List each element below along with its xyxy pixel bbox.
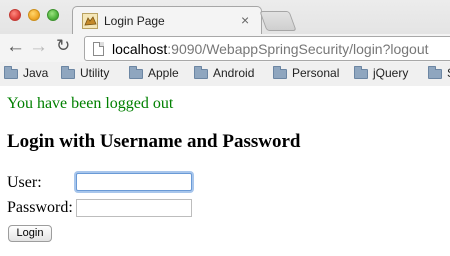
folder-icon (129, 66, 143, 79)
close-tab-icon[interactable]: × (241, 12, 249, 28)
folder-icon (194, 66, 208, 79)
bookmarks-bar: Java Utility Apple Android Personal jQue… (0, 62, 450, 86)
user-label: User: (7, 174, 42, 191)
bookmark-label: Personal (292, 66, 340, 80)
folder-icon (61, 66, 75, 79)
bookmark-label: jQuery (373, 66, 409, 80)
forward-arrow-icon[interactable]: → (29, 37, 48, 57)
page-heading: Login with Username and Password (7, 131, 301, 152)
tomcat-favicon-icon (82, 13, 98, 29)
back-arrow-icon[interactable]: ← (6, 37, 25, 57)
folder-icon (354, 66, 368, 79)
zoom-window-button[interactable] (47, 9, 59, 21)
address-bar[interactable]: localhost:9090/WebappSpringSecurity/logi… (84, 36, 450, 61)
password-label: Password: (7, 199, 73, 216)
bookmark-label: Utility (80, 66, 110, 80)
folder-icon (4, 66, 18, 79)
logout-message: You have been logged out (7, 95, 174, 112)
folder-icon (273, 66, 287, 79)
minimize-window-button[interactable] (28, 9, 40, 21)
close-window-button[interactable] (9, 9, 21, 21)
new-tab-button[interactable] (259, 11, 297, 31)
bookmark-label: Apple (148, 66, 179, 80)
username-input[interactable] (76, 173, 192, 191)
page-content: You have been logged out Login with User… (0, 87, 450, 256)
title-bar: Login Page × (0, 0, 450, 34)
tab-title: Login Page (104, 14, 165, 28)
address-host: localhost (112, 41, 168, 57)
address-path: :9090/WebappSpringSecurity/login?logout (167, 41, 429, 57)
reload-icon[interactable]: ↻ (56, 36, 70, 56)
address-url: localhost:9090/WebappSpringSecurity/logi… (112, 41, 429, 57)
bookmark-label: Android (213, 66, 255, 80)
folder-icon (428, 66, 442, 79)
password-input[interactable] (76, 199, 192, 217)
bookmark-s[interactable]: S (428, 66, 450, 82)
page-icon (93, 42, 104, 56)
toolbar: ← → ↻ localhost:9090/WebappSpringSecurit… (0, 34, 450, 62)
login-button[interactable]: Login (8, 225, 52, 242)
bookmark-label: Java (23, 66, 49, 80)
browser-chrome: Login Page × ← → ↻ localhost:9090/Webapp… (0, 0, 450, 86)
tab-login-page[interactable]: Login Page × (72, 6, 262, 34)
